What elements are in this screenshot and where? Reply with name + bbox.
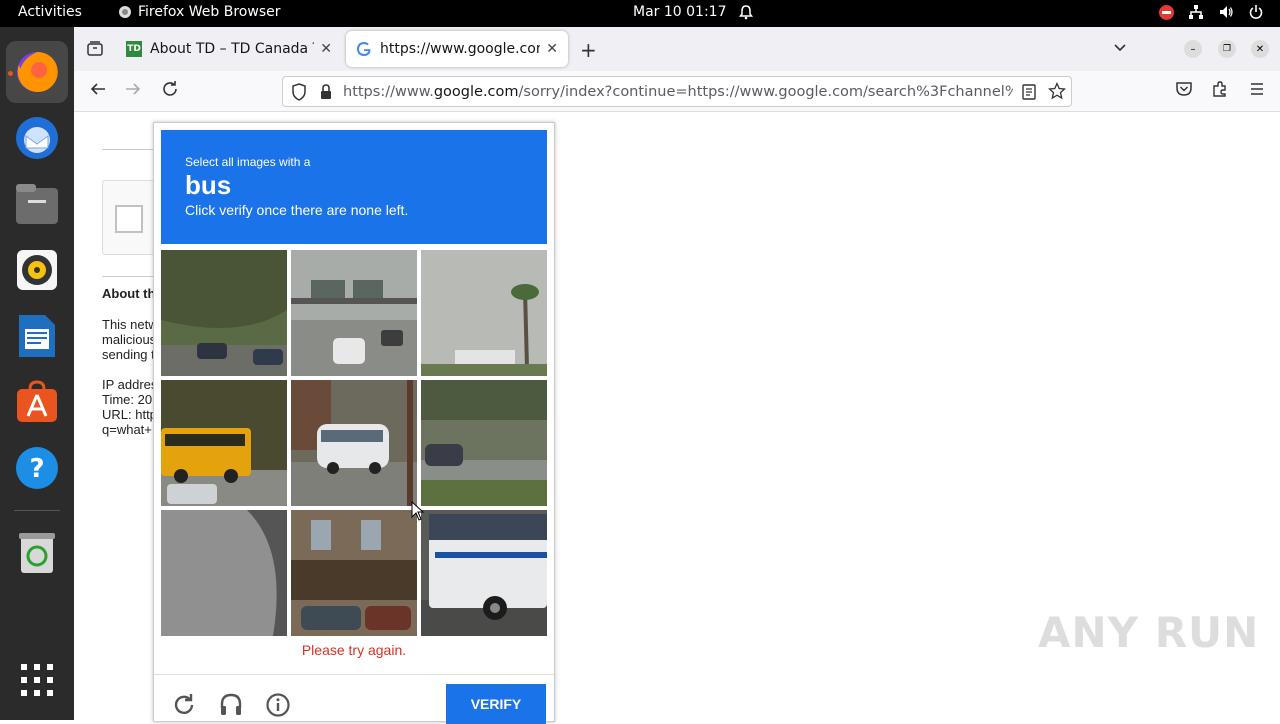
verify-button[interactable]: VERIFY [446,684,546,724]
dock-show-apps[interactable] [6,649,68,711]
url-bar[interactable]: https://www.google.com/sorry/index?conti… [282,76,1072,107]
url-text: https://www.google.com/sorry/index?conti… [343,83,1013,100]
app-name: Firefox Web Browser [138,4,281,20]
app-center-icon [17,380,57,422]
writer-icon [19,315,55,357]
tab-td-canada[interactable]: TD About TD – TD Canada Tr ✕ [116,31,342,67]
show-apps-grid-icon [21,664,53,696]
dock-files[interactable] [6,173,68,235]
tile-palm-tree-sky[interactable] [421,250,547,376]
instruction-bottom: Click verify once there are none left. [185,202,409,218]
instruction-top: Select all images with a [185,155,311,169]
close-tab-icon[interactable]: ✕ [546,41,558,57]
anyrun-watermark: ANY RUN [1038,608,1260,657]
new-tab-plus-icon[interactable]: + [580,38,597,62]
lock-icon[interactable] [319,83,333,105]
paragraph-line: This netw [102,317,154,332]
image-grid [161,250,547,636]
close-tab-icon[interactable]: ✕ [320,41,332,57]
tab-title: About TD – TD Canada Tr [150,41,315,57]
forward-arrow-icon[interactable] [124,80,142,103]
mouse-cursor-icon [411,500,425,525]
network-icon[interactable] [1188,4,1204,20]
ip-address-line: IP addres [102,377,154,392]
help-icon: ? [16,447,58,489]
dock-trash[interactable] [6,521,68,583]
tile-car-on-road[interactable] [421,380,547,506]
power-icon[interactable] [1248,4,1264,20]
url-line: URL: http [102,407,154,422]
extensions-puzzle-icon[interactable] [1211,80,1229,103]
dock-separator [14,510,60,511]
tab-overview-icon[interactable] [86,40,104,62]
tile-gray-wall[interactable] [161,510,287,636]
close-window-icon[interactable]: ✕ [1251,40,1269,58]
reader-view-icon[interactable] [1021,83,1037,105]
running-indicator [8,71,13,76]
dock: ? [0,27,74,720]
dock-libreoffice-writer[interactable] [6,305,68,367]
query-line: q=what+ [102,422,152,437]
dock-app-center[interactable] [6,371,68,433]
dock-rhythmbox[interactable] [6,239,68,301]
challenge-header: Select all images with a bus Click verif… [161,130,547,244]
app-menu[interactable]: Firefox Web Browser [118,4,281,20]
td-favicon-icon: TD [126,41,142,57]
info-icon[interactable] [265,692,291,718]
browser-tab-bar: TD About TD – TD Canada Tr ✕ https://www… [74,27,1280,71]
system-tray[interactable] [1159,4,1264,20]
back-arrow-icon[interactable] [89,80,107,103]
tracking-protection-shield-icon[interactable] [291,83,307,105]
google-favicon-icon [357,42,371,56]
tile-city-bus[interactable] [421,510,547,636]
recaptcha-challenge: Select all images with a bus Click verif… [153,122,555,724]
error-message: Please try again. [301,642,407,658]
notification-bell-icon[interactable] [738,4,754,24]
files-icon [16,184,58,224]
browser-nav-bar: https://www.google.com/sorry/index?conti… [74,71,1280,112]
tab-google[interactable]: https://www.google.com/ ✕ [346,31,568,67]
maximize-window-icon[interactable]: ❐ [1218,40,1236,58]
footer-divider [154,674,554,675]
system-top-bar: Activities Firefox Web Browser Mar 10 01… [0,0,1280,27]
paragraph-line: sending t [102,347,154,362]
bookmark-star-icon[interactable] [1047,81,1067,104]
clock[interactable]: Mar 10 01:17 [633,4,726,20]
target-object: bus [185,170,232,200]
minimize-window-icon[interactable]: – [1184,40,1202,58]
paragraph-line: malicious [102,332,154,347]
firefox-small-icon [119,6,131,18]
audio-challenge-headphones-icon[interactable] [218,692,244,718]
list-all-tabs-chevron-down-icon[interactable] [1112,39,1128,59]
hamburger-menu-icon[interactable] [1248,80,1266,103]
im-not-a-robot-checkbox[interactable] [115,205,143,233]
dock-help[interactable]: ? [6,437,68,499]
tile-brick-building[interactable] [291,510,417,636]
activities-button[interactable]: Activities [18,4,82,20]
svg-text:?: ? [29,454,44,484]
about-heading: About th [102,286,154,301]
tile-highway-signs[interactable] [291,250,417,376]
thunderbird-icon [16,117,58,159]
time-line: Time: 20 [102,392,153,407]
volume-icon[interactable] [1218,4,1234,20]
trash-icon [19,533,55,573]
tile-white-shuttle-bus[interactable] [291,380,417,506]
dock-firefox[interactable] [6,41,68,103]
dock-thunderbird[interactable] [6,107,68,169]
tile-school-bus[interactable] [161,380,287,506]
reload-icon[interactable] [161,80,179,103]
do-not-disturb-icon[interactable] [1159,4,1174,20]
rhythmbox-icon [17,250,57,290]
refresh-challenge-icon[interactable] [171,692,197,718]
pocket-icon[interactable] [1175,80,1193,103]
firefox-icon [17,51,58,92]
tile-hillside-cars[interactable] [161,250,287,376]
tab-title: https://www.google.com/ [380,41,541,57]
